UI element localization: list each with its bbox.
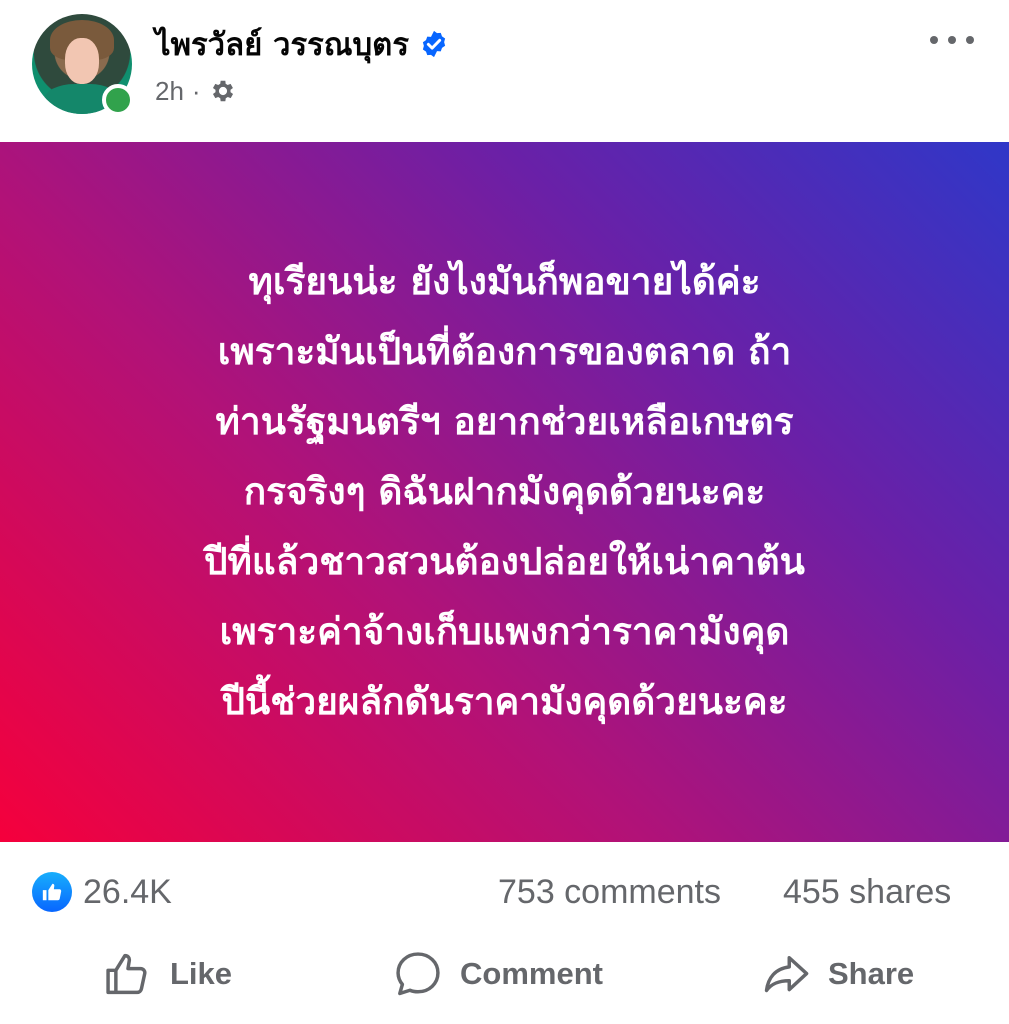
more-dot bbox=[930, 36, 938, 44]
avatar-face bbox=[65, 38, 99, 84]
comment-label: Comment bbox=[460, 956, 603, 991]
comment-button[interactable]: Comment bbox=[392, 946, 603, 1002]
post-actions: Like Comment Share bbox=[0, 930, 1009, 1024]
more-dot bbox=[948, 36, 956, 44]
comments-count[interactable]: 753 comments bbox=[498, 872, 721, 912]
share-arrow-icon bbox=[764, 956, 809, 993]
thumbs-up-icon bbox=[42, 883, 62, 901]
gear-icon[interactable] bbox=[209, 77, 237, 105]
like-button[interactable]: Like bbox=[102, 946, 232, 1002]
post-header: ไพรวัลย์ วรรณบุตร 2h · bbox=[0, 0, 1009, 142]
like-label: Like bbox=[170, 956, 233, 991]
background-text-post[interactable]: ทุเรียนน่ะ ยังไงมันก็พอขายได้ค่ะ เพราะมั… bbox=[0, 142, 1009, 842]
reaction-count[interactable]: 26.4K bbox=[83, 872, 172, 912]
share-button[interactable]: Share bbox=[760, 946, 914, 1002]
verified-badge-icon bbox=[422, 30, 446, 58]
more-dot bbox=[966, 36, 974, 44]
post-text: ทุเรียนน่ะ ยังไงมันก็พอขายได้ค่ะ เพราะมั… bbox=[204, 260, 805, 723]
post-timestamp[interactable]: 2h bbox=[155, 76, 184, 107]
share-label: Share bbox=[828, 956, 915, 991]
post-stats: 26.4K 753 comments 455 shares bbox=[0, 842, 1009, 942]
author-line: ไพรวัลย์ วรรณบุตร bbox=[155, 22, 449, 66]
online-status-indicator bbox=[102, 84, 134, 116]
more-horizontal-icon[interactable] bbox=[930, 30, 974, 50]
author-name[interactable]: ไพรวัลย์ วรรณบุตร bbox=[155, 19, 409, 69]
comment-bubble-icon bbox=[396, 952, 440, 996]
meta-separator: · bbox=[191, 75, 201, 106]
thumbs-up-outline-icon bbox=[106, 953, 147, 995]
post-meta: 2h · bbox=[155, 72, 237, 110]
facebook-post: ไพรวัลย์ วรรณบุตร 2h · ทุเรียนน่ะ ยังไงม… bbox=[0, 0, 1009, 1024]
shares-count[interactable]: 455 shares bbox=[783, 872, 951, 912]
like-reaction-icon[interactable] bbox=[32, 872, 72, 912]
